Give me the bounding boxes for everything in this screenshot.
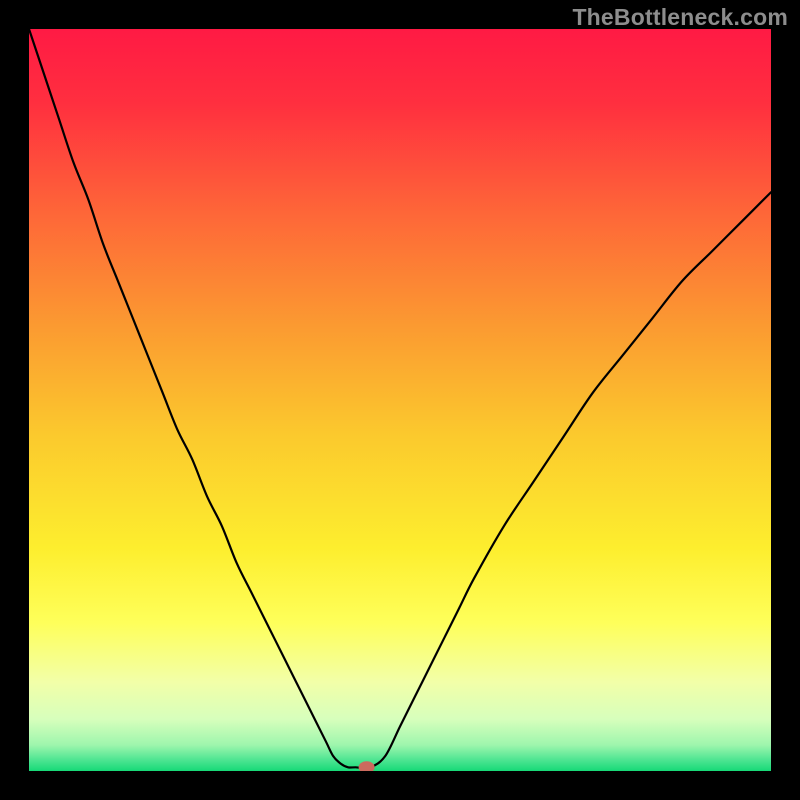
watermark-text: TheBottleneck.com (572, 4, 788, 31)
plot-area (29, 29, 771, 771)
gradient-background (29, 29, 771, 771)
chart-svg (29, 29, 771, 771)
chart-frame: TheBottleneck.com (0, 0, 800, 800)
